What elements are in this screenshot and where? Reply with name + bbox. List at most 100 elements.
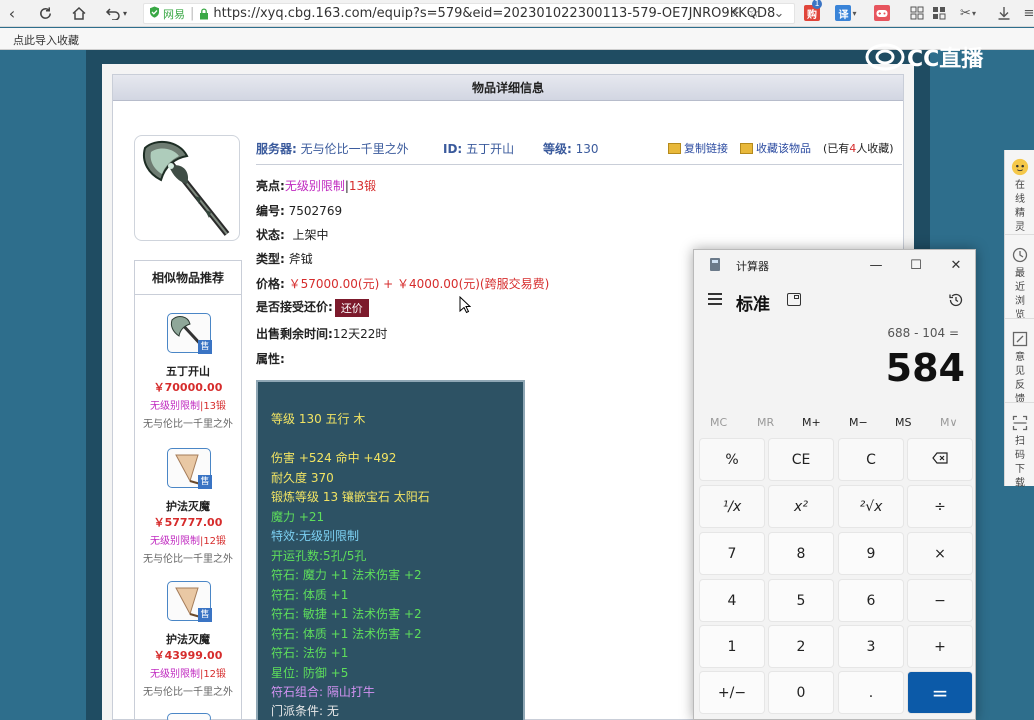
favorite-button[interactable]: 收藏该物品 — [740, 140, 811, 156]
memory-recall-button[interactable]: MR — [757, 416, 774, 429]
property-line: 锻炼等级 13 镶嵌宝石 太阳石 — [271, 490, 430, 504]
digit-5-key[interactable]: 5 — [768, 579, 834, 622]
digit-0-key[interactable]: 0 — [768, 671, 834, 714]
memory-subtract-button[interactable]: M− — [849, 416, 868, 429]
hamburger-menu-icon[interactable] — [708, 293, 722, 305]
refresh-icon[interactable] — [34, 3, 56, 23]
equals-key[interactable]: = — [907, 671, 973, 714]
fan-weapon-icon: 售 — [167, 581, 212, 622]
translate-badge: 译 — [835, 5, 852, 21]
maximize-button[interactable]: ☐ — [904, 256, 928, 274]
cut-icon[interactable]: ✂ ▾ — [955, 4, 981, 22]
grid-icon[interactable] — [930, 4, 948, 22]
edit-icon — [1011, 330, 1029, 348]
clear-key[interactable]: C — [838, 438, 904, 481]
negate-key[interactable]: +/− — [699, 671, 765, 714]
keep-on-top-icon[interactable] — [787, 293, 801, 306]
clock-icon — [1011, 246, 1029, 264]
scan-download-button[interactable]: 扫码下载 — [1005, 414, 1034, 491]
history-icon[interactable] — [948, 292, 964, 311]
backspace-key[interactable] — [907, 438, 973, 481]
download-icon[interactable] — [995, 4, 1013, 22]
clear-entry-key[interactable]: CE — [768, 438, 834, 481]
undo-icon[interactable]: ▾ — [102, 3, 130, 23]
online-assistant-button[interactable]: 在线精灵 — [1005, 158, 1034, 235]
digit-3-key[interactable]: 3 — [838, 625, 904, 668]
avatar-icon — [1011, 158, 1029, 176]
digit-9-key[interactable]: 9 — [838, 532, 904, 575]
import-bookmarks-link[interactable]: 点此导入收藏 — [13, 32, 79, 48]
item-header-row: 服务器: 无与伦比一千里之外 ID: 五丁开山 等级: 130 复制链接 收藏该… — [256, 140, 894, 158]
similar-item[interactable]: 售 护法灭魔 ￥57777.00 无级别限制|12锻 无与伦比一千里之外 — [135, 446, 241, 566]
back-icon[interactable]: ‹ — [4, 3, 20, 23]
property-line: 符石: 体质 +1 — [271, 588, 349, 602]
lock-icon — [199, 7, 209, 20]
decimal-key[interactable]: . — [838, 671, 904, 714]
axe-weapon-icon — [143, 140, 230, 236]
copy-link-button[interactable]: 复制链接 — [668, 140, 728, 156]
memory-add-button[interactable]: M+ — [802, 416, 821, 429]
favorite-count: (已有4人收藏) — [823, 142, 894, 155]
minimize-button[interactable]: — — [864, 256, 888, 274]
memory-clear-button[interactable]: MC — [710, 416, 727, 429]
home-icon[interactable] — [68, 3, 90, 23]
digit-7-key[interactable]: 7 — [699, 532, 765, 575]
subtract-key[interactable]: − — [907, 579, 973, 622]
feedback-button[interactable]: 意见反馈 — [1005, 330, 1034, 407]
item-properties-box: 等级 130 五行 木 伤害 +524 命中 +492 耐久度 370 锻炼等级… — [256, 380, 525, 720]
game-extension-icon[interactable] — [873, 4, 891, 22]
sold-badge: 售 — [198, 608, 212, 622]
reciprocal-key[interactable]: ¹/x — [699, 485, 765, 528]
multiply-key[interactable]: × — [907, 532, 973, 575]
secure-label: 网易 — [163, 7, 185, 21]
counter-offer-button[interactable]: 还价 — [334, 298, 369, 317]
similar-item[interactable]: 售 护法灭魔 ￥43999.00 无级别限制|12锻 无与伦比一千里之外 — [135, 579, 241, 699]
link-icon — [668, 142, 681, 154]
digit-2-key[interactable]: 2 — [768, 625, 834, 668]
square-root-key[interactable]: ²√x — [838, 485, 904, 528]
calculator-result: 584 — [885, 346, 965, 390]
memory-store-button[interactable]: MS — [895, 416, 911, 429]
digit-6-key[interactable]: 6 — [838, 579, 904, 622]
digit-8-key[interactable]: 8 — [768, 532, 834, 575]
property-line: 伤害 +524 命中 +492 — [271, 451, 397, 465]
address-bar[interactable]: 网易 | https://xyq.cbg.163.com/equip?s=579… — [143, 3, 795, 24]
calculator-window: 计算器 — ☐ ✕ 标准 688 - 104 = 584 MC MR M+ M−… — [693, 249, 976, 720]
shop-extension-icon[interactable]: 购 1 — [803, 0, 822, 22]
calculator-titlebar[interactable]: 计算器 — ☐ ✕ — [694, 250, 975, 280]
close-button[interactable]: ✕ — [944, 256, 968, 274]
chevron-down-icon[interactable]: ⌄ — [770, 4, 788, 22]
add-key[interactable]: + — [907, 625, 973, 668]
status-row: 状态: 上架中 — [256, 228, 329, 242]
translate-extension-icon[interactable]: 译 ▾ — [832, 4, 860, 22]
divider — [1005, 234, 1034, 235]
square-key[interactable]: x² — [768, 485, 834, 528]
shield-check-icon — [149, 6, 160, 21]
panel-heading: 物品详细信息 — [113, 75, 903, 101]
server-field: 服务器: 无与伦比一千里之外 — [256, 142, 409, 156]
similar-item-server: 无与伦比一千里之外 — [143, 687, 233, 698]
similar-item[interactable]: 售 五丁开山 ￥70000.00 无级别限制|13锻 无与伦比一千里之外 — [135, 311, 241, 431]
similar-item-partial — [167, 713, 211, 720]
recent-views-button[interactable]: 最近浏览 — [1005, 246, 1034, 323]
digit-1-key[interactable]: 1 — [699, 625, 765, 668]
divider — [256, 164, 902, 165]
highlight-no-level: 无级别限制 — [284, 179, 345, 193]
item-image — [134, 135, 240, 241]
price-value: ￥57000.00(元) + ￥4000.00(元)(跨服交易费) — [288, 277, 550, 291]
apps-grid-icon[interactable] — [908, 4, 926, 22]
similar-item-tags: 无级别限制|13锻 — [149, 401, 227, 412]
remaining-time-value: 12天22时 — [332, 327, 388, 341]
similar-items-panel: 相似物品推荐 售 五丁开山 ￥70000.00 无级别限制|13锻 无与伦比一千… — [134, 260, 242, 720]
divide-key[interactable]: ÷ — [907, 485, 973, 528]
memory-list-button[interactable]: M∨ — [940, 416, 958, 429]
cc-logo-icon — [865, 43, 905, 71]
digit-4-key[interactable]: 4 — [699, 579, 765, 622]
lightning-icon[interactable]: ⚡ — [727, 4, 745, 22]
cc-live-logo: CC直播 — [865, 40, 1005, 74]
star-icon[interactable]: ☆ — [745, 4, 763, 22]
similar-item-price: ￥43999.00 — [153, 649, 223, 662]
property-line: 特效:无级别限制 — [271, 529, 360, 543]
percent-key[interactable]: % — [699, 438, 765, 481]
menu-icon[interactable]: ≡ — [1020, 4, 1034, 22]
